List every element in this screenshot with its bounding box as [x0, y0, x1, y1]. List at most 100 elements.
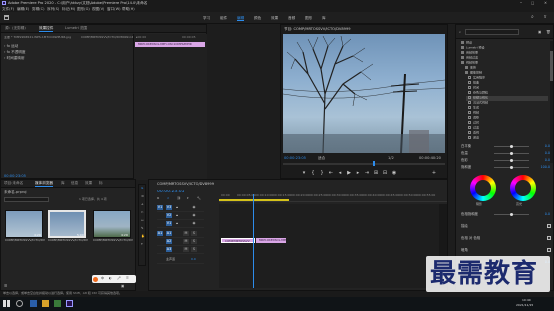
- effects-tree-item[interactable]: 通道: [466, 136, 548, 141]
- solo-button[interactable]: S: [191, 239, 197, 244]
- lumetri-control-row[interactable]: 色温 0.0: [456, 150, 554, 157]
- share-icon[interactable]: ⇪: [543, 15, 547, 19]
- work-area-bar[interactable]: [219, 199, 289, 201]
- mark-in-icon[interactable]: {: [310, 170, 316, 176]
- section-checkbox[interactable]: [547, 248, 551, 252]
- step-forward-icon[interactable]: ▸: [355, 170, 361, 176]
- video-track-header[interactable]: V1 V3 🔒︎ ◉: [157, 204, 204, 212]
- audio-track-header[interactable]: A2 M S: [157, 238, 204, 246]
- menu-window[interactable]: 窗口(W): [107, 7, 121, 11]
- mute-button[interactable]: M: [183, 231, 189, 236]
- export-frame-icon[interactable]: ◉: [391, 170, 397, 176]
- control-slider[interactable]: [494, 213, 529, 216]
- program-scrubber[interactable]: [283, 161, 445, 166]
- mute-button[interactable]: M: [183, 239, 189, 244]
- ime-toolbar[interactable]: 中 ◐ 🎤︎ ☰: [92, 275, 136, 283]
- mark-out-icon[interactable]: }: [319, 170, 325, 176]
- menu-file[interactable]: 文件(F): [2, 7, 14, 11]
- master-volume[interactable]: 0.0: [191, 257, 196, 262]
- linked-selection-icon[interactable]: ⛓: [177, 196, 181, 201]
- control-value[interactable]: 100.0: [541, 164, 550, 171]
- lumetri-section-row[interactable]: 色相 对 色相: [456, 235, 554, 242]
- play-icon[interactable]: ▶: [346, 170, 352, 176]
- windows-start-icon[interactable]: [3, 300, 10, 307]
- menu-graphics[interactable]: 图形(G): [77, 7, 90, 11]
- home-icon[interactable]: [4, 15, 9, 20]
- source-patch-a[interactable]: A1: [157, 231, 163, 236]
- source-patch-v[interactable]: V1: [157, 205, 163, 210]
- search-icon[interactable]: ⌕: [531, 15, 534, 19]
- control-value[interactable]: 0.0: [545, 150, 550, 157]
- close-button[interactable]: ✕: [544, 1, 547, 5]
- workspace-effects[interactable]: 效果: [271, 16, 278, 20]
- type-tool-icon[interactable]: T: [141, 242, 143, 247]
- tab-effect-controls[interactable]: 效果控件: [39, 26, 54, 32]
- effect-row-time-remap[interactable]: › 时间重映射: [4, 56, 25, 60]
- taskbar-app-icon[interactable]: [30, 300, 37, 307]
- selection-tool-icon[interactable]: ➤: [141, 186, 144, 191]
- solo-button[interactable]: S: [191, 247, 197, 252]
- control-value[interactable]: 0.0: [545, 157, 550, 164]
- video-track-header[interactable]: V2 🔒︎ ◉: [157, 212, 204, 220]
- add-marker-icon[interactable]: ▾: [301, 170, 307, 176]
- list-view-icon[interactable]: ☰: [4, 284, 7, 288]
- minimize-button[interactable]: ─: [520, 1, 522, 5]
- tab-lumetri-scopes[interactable]: Lumetri 范围: [65, 26, 87, 31]
- highlights-color-wheel[interactable]: [510, 175, 536, 201]
- timeline-sequence-tab[interactable]: COMP/MRTOSSVV/ICTO/DV8999: [157, 182, 214, 186]
- lumetri-control-row[interactable]: 白平衡 0.0: [456, 143, 554, 150]
- settings-icon[interactable]: +: [431, 170, 437, 176]
- tab-effects[interactable]: 效果: [85, 181, 92, 186]
- ime-menu-icon[interactable]: ☰: [126, 276, 129, 281]
- lumetri-section-row[interactable]: 描绘: [456, 223, 554, 230]
- control-slider[interactable]: [494, 145, 529, 148]
- workspace-learn[interactable]: 学习: [203, 16, 210, 20]
- timeline-clip[interactable]: COMP/MRTOSSVV: [221, 238, 255, 243]
- slip-tool-icon[interactable]: ↔: [141, 218, 144, 223]
- resolution-dropdown[interactable]: 1/2: [388, 156, 394, 160]
- tab-libraries[interactable]: 库: [61, 181, 65, 186]
- tab-source[interactable]: 源：(无剪辑): [5, 26, 26, 31]
- lumetri-control-row[interactable]: 色彩 0.0: [456, 157, 554, 164]
- effect-row-motion[interactable]: › fx 运动: [4, 44, 18, 48]
- go-to-in-icon[interactable]: ⇤: [328, 170, 334, 176]
- delete-icon[interactable]: 🗑︎: [546, 30, 551, 34]
- new-bin-icon[interactable]: ▣: [538, 30, 541, 34]
- ime-mode-icon[interactable]: 中: [101, 276, 104, 281]
- timeline-playhead[interactable]: [253, 194, 254, 288]
- fit-dropdown[interactable]: 适合: [318, 156, 325, 160]
- workspace-editing[interactable]: 编辑: [237, 16, 245, 21]
- timeline-clip[interactable]: MRP1OKEDSOL-MPH: [256, 238, 286, 243]
- eye-icon[interactable]: ◉: [191, 205, 197, 210]
- timeline-timecode[interactable]: 00:00:23:05: [157, 190, 184, 194]
- insert-icon[interactable]: ⊞: [373, 170, 379, 176]
- taskbar-search-icon[interactable]: [16, 300, 23, 307]
- effects-search-input[interactable]: [465, 29, 519, 35]
- nest-icon[interactable]: ⧉: [157, 196, 159, 201]
- effect-row-opacity[interactable]: › fx 不透明度: [4, 50, 26, 54]
- shadows-color-wheel[interactable]: [470, 175, 496, 201]
- audio-track-header[interactable]: A3 M S: [157, 246, 204, 254]
- lumetri-control-row[interactable]: 色相饱和度 0.0: [456, 211, 554, 218]
- eye-icon[interactable]: ◉: [191, 221, 197, 226]
- menu-view[interactable]: 视图(V): [92, 7, 104, 11]
- workspace-graphics[interactable]: 图形: [305, 16, 312, 20]
- lumetri-section-row[interactable]: 暗角: [456, 247, 554, 254]
- menu-sequence[interactable]: 序列(S): [47, 7, 59, 11]
- source-timecode[interactable]: 00:00:23:05: [4, 174, 26, 178]
- workspace-libraries[interactable]: 库: [322, 16, 326, 20]
- section-checkbox[interactable]: [547, 236, 551, 240]
- menu-help[interactable]: 帮助(H): [122, 7, 135, 11]
- add-marker-timeline-icon[interactable]: ▾: [187, 196, 189, 201]
- lock-icon[interactable]: 🔒︎: [174, 221, 180, 226]
- pen-tool-icon[interactable]: ✎: [141, 226, 144, 231]
- snap-icon[interactable]: ∩: [167, 196, 169, 201]
- mute-button[interactable]: M: [183, 247, 189, 252]
- lumetri-control-row[interactable]: 饱和度 100.0: [456, 164, 554, 171]
- control-slider[interactable]: [494, 152, 529, 155]
- maximize-button[interactable]: □: [531, 1, 534, 5]
- section-checkbox[interactable]: [547, 224, 551, 228]
- menu-clip[interactable]: 剪辑(C): [32, 7, 45, 11]
- ime-punct-icon[interactable]: ◐: [109, 276, 112, 281]
- mini-clip[interactable]: MRP1OKEDSOL-MPH-OSC1OMPSZMHR: [135, 42, 205, 47]
